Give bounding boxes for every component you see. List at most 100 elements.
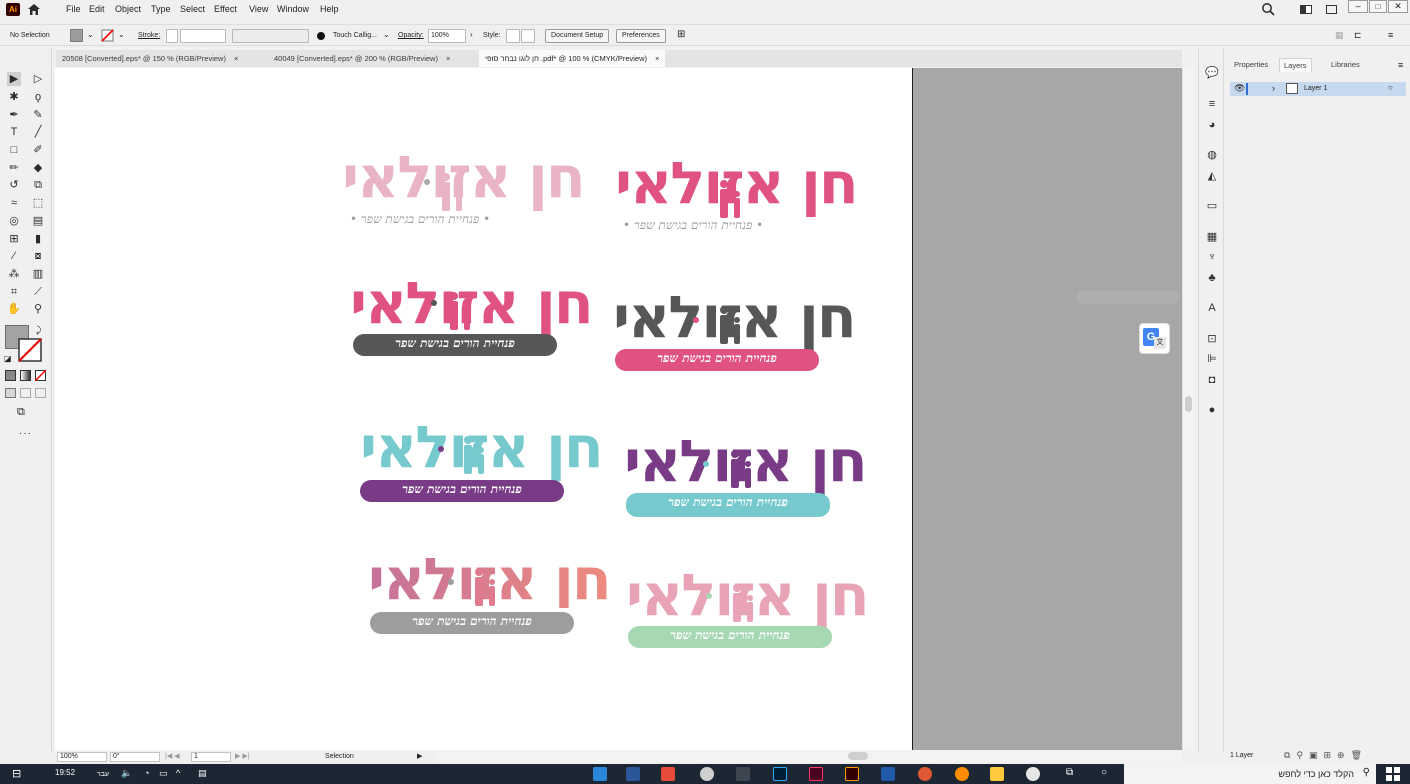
tab-close-icon[interactable]: × — [655, 54, 659, 63]
type-tool-icon[interactable]: T — [7, 125, 21, 139]
free-transform-tool-icon[interactable]: ⬚ — [31, 196, 45, 210]
hand-tool-icon[interactable]: ✋ — [7, 302, 21, 316]
chevron-down-icon[interactable]: ⌄ — [383, 30, 390, 39]
taskbar-app-explorer-icon[interactable] — [990, 767, 1004, 781]
arrange-documents-icon[interactable] — [1326, 5, 1337, 14]
menu-help[interactable]: Help — [320, 4, 339, 14]
notification-icon[interactable]: ▤ — [198, 768, 207, 779]
taskbar-app-extra-icon[interactable] — [1026, 767, 1040, 781]
tab-document-chen-logo[interactable]: חן לוגו נבחר סופי .pdf* @ 100 % (CMYK/Pr… — [479, 50, 666, 67]
gradient-mode-icon[interactable] — [20, 370, 31, 381]
logo-variant-pink-dark-tag[interactable]: חן אזולאי פנחיית הורים בגישת שפר — [345, 274, 594, 364]
vertical-scrollbar[interactable] — [1182, 68, 1194, 750]
draw-inside-icon[interactable] — [35, 388, 46, 398]
logo-variant-rose-mint-tag[interactable]: חן אזולאי פנחיית הורים בגישת שפר — [620, 566, 870, 656]
mesh-tool-icon[interactable]: ⊞ — [7, 232, 21, 246]
artboard-tool-icon[interactable]: ⌗ — [7, 285, 21, 299]
variable-width-profile[interactable] — [232, 29, 309, 43]
taskbar-search-box[interactable]: הקלד כאן כדי לחפש ⚲ — [1124, 764, 1376, 784]
character-panel-icon[interactable]: A — [1205, 301, 1219, 315]
stroke-swatch[interactable] — [101, 29, 114, 42]
screen-mode-icon[interactable]: ⧉ — [17, 406, 25, 419]
gradient-tool-icon[interactable]: ▮ — [31, 232, 45, 246]
transparency-panel-icon[interactable]: ◭ — [1205, 169, 1219, 183]
clock[interactable]: 19:52 — [55, 768, 75, 777]
show-hidden-icons-chevron-icon[interactable]: ^ — [176, 768, 180, 778]
selection-tool-icon[interactable]: ▶ — [7, 72, 21, 86]
comments-icon[interactable]: 💬 — [1205, 66, 1219, 80]
chevron-down-icon[interactable] — [521, 29, 535, 43]
taskbar-app-indesign-icon[interactable] — [809, 767, 823, 781]
previous-artboard-icon[interactable]: |◀ ◀ — [165, 752, 180, 760]
chevron-down-icon[interactable]: ⌄ — [87, 30, 94, 39]
menu-effect[interactable]: Effect — [214, 4, 237, 14]
rotate-tool-icon[interactable]: ↺ — [7, 178, 21, 192]
eyedropper-tool-icon[interactable]: ⁄ — [7, 249, 21, 263]
illustrator-app-icon[interactable]: Ai — [6, 3, 20, 16]
taskbar-app-photoshop-icon[interactable] — [773, 767, 787, 781]
more-tools-icon[interactable]: ··· — [19, 428, 32, 439]
pasteboard[interactable] — [913, 68, 1182, 750]
perspective-grid-tool-icon[interactable]: ▤ — [31, 214, 45, 228]
visibility-eye-icon[interactable]: 👁 — [1234, 83, 1245, 94]
task-view-icon[interactable]: ⊟ — [12, 767, 21, 780]
horizontal-scrollbar[interactable] — [430, 750, 1182, 762]
task-switcher-icon[interactable]: ⧉ — [1066, 767, 1073, 778]
symbols-panel-icon[interactable]: ♣ — [1205, 271, 1219, 285]
paintbrush-tool-icon[interactable]: ✐ — [31, 143, 45, 157]
status-menu-icon[interactable]: ▶ — [417, 752, 422, 760]
tab-libraries[interactable]: Libraries — [1327, 58, 1364, 71]
rectangle-tool-icon[interactable]: □ — [7, 143, 21, 157]
stroke-color-swatch[interactable] — [18, 338, 42, 362]
translate-widget[interactable]: G 文 — [1139, 323, 1170, 354]
tab-properties[interactable]: Properties — [1230, 58, 1272, 71]
arrange-icon[interactable]: ⊞ — [677, 29, 685, 40]
draw-behind-icon[interactable] — [20, 388, 31, 398]
maximize-button[interactable]: □ — [1369, 0, 1387, 13]
tab-close-icon[interactable]: × — [446, 54, 450, 63]
taskbar-app-misc-icon[interactable] — [736, 767, 750, 781]
menu-view[interactable]: View — [249, 4, 268, 14]
eraser-tool-icon[interactable]: ◆ — [31, 161, 45, 175]
pen-tool-icon[interactable]: ✒ — [7, 108, 21, 122]
target-circle-icon[interactable]: ○ — [1388, 83, 1393, 92]
opacity-label[interactable]: Opacity: — [398, 32, 424, 39]
taskbar-app-photos-icon[interactable] — [593, 767, 607, 781]
transform-icon[interactable]: ⊏ — [1354, 30, 1362, 41]
panel-menu-icon[interactable]: ≡ — [1388, 30, 1393, 40]
next-artboard-icon[interactable]: ▶ ▶| — [235, 752, 250, 760]
taskbar-app-firefox-icon[interactable] — [955, 767, 969, 781]
preferences-button[interactable]: Preferences — [616, 29, 666, 43]
brushes-panel-icon[interactable]: ♆ — [1205, 250, 1219, 264]
stroke-panel-icon[interactable]: ≡ — [1205, 97, 1219, 111]
tab-layers[interactable]: Layers — [1279, 58, 1312, 72]
logo-variant-coral-grey-tag[interactable]: חן אזולאי פנחיית הורים בגישת שפר — [362, 550, 612, 640]
chevron-down-icon[interactable]: ⌄ — [118, 30, 125, 39]
workspace-switcher-icon[interactable] — [1300, 5, 1312, 14]
menu-object[interactable]: Object — [115, 4, 141, 14]
gradient-panel-icon[interactable]: ▭ — [1205, 199, 1219, 213]
logo-variant-purple-teal-tag[interactable]: חן אזולאי פנחיית הורים בגישת שפר — [618, 430, 868, 520]
taskbar-app-circle-icon[interactable] — [700, 767, 714, 781]
color-panel-icon[interactable]: ◕ — [1205, 118, 1219, 132]
tab-close-icon[interactable]: × — [234, 54, 238, 63]
menu-window[interactable]: Window — [277, 4, 309, 14]
menu-edit[interactable]: Edit — [89, 4, 105, 14]
minimize-button[interactable]: – — [1348, 0, 1368, 13]
cortana-icon[interactable]: ○ — [1101, 767, 1107, 778]
taskbar-app-media-icon[interactable] — [661, 767, 675, 781]
draw-normal-icon[interactable] — [5, 388, 16, 398]
stroke-label[interactable]: Stroke: — [138, 32, 160, 39]
tab-document-40049[interactable]: 40049 [Converted].eps* @ 200 % (RGB/Prev… — [268, 50, 456, 67]
transform-panel-icon[interactable]: ⊡ — [1205, 332, 1219, 346]
magic-wand-tool-icon[interactable]: ✱ — [7, 90, 21, 104]
direct-selection-tool-icon[interactable]: ▷ — [31, 72, 45, 86]
zoom-level-input[interactable]: 100% — [57, 752, 107, 762]
line-tool-icon[interactable]: ╱ — [31, 125, 45, 139]
menu-select[interactable]: Select — [180, 4, 205, 14]
home-icon[interactable] — [26, 2, 42, 17]
column-graph-tool-icon[interactable]: ▥ — [31, 267, 45, 281]
logo-variant-teal-purple-tag[interactable]: חן אזולאי פנחיית הורים בגישת שפר — [352, 418, 604, 508]
stroke-stepper[interactable] — [166, 29, 178, 43]
taskbar-app-illustrator-icon[interactable] — [845, 767, 859, 781]
